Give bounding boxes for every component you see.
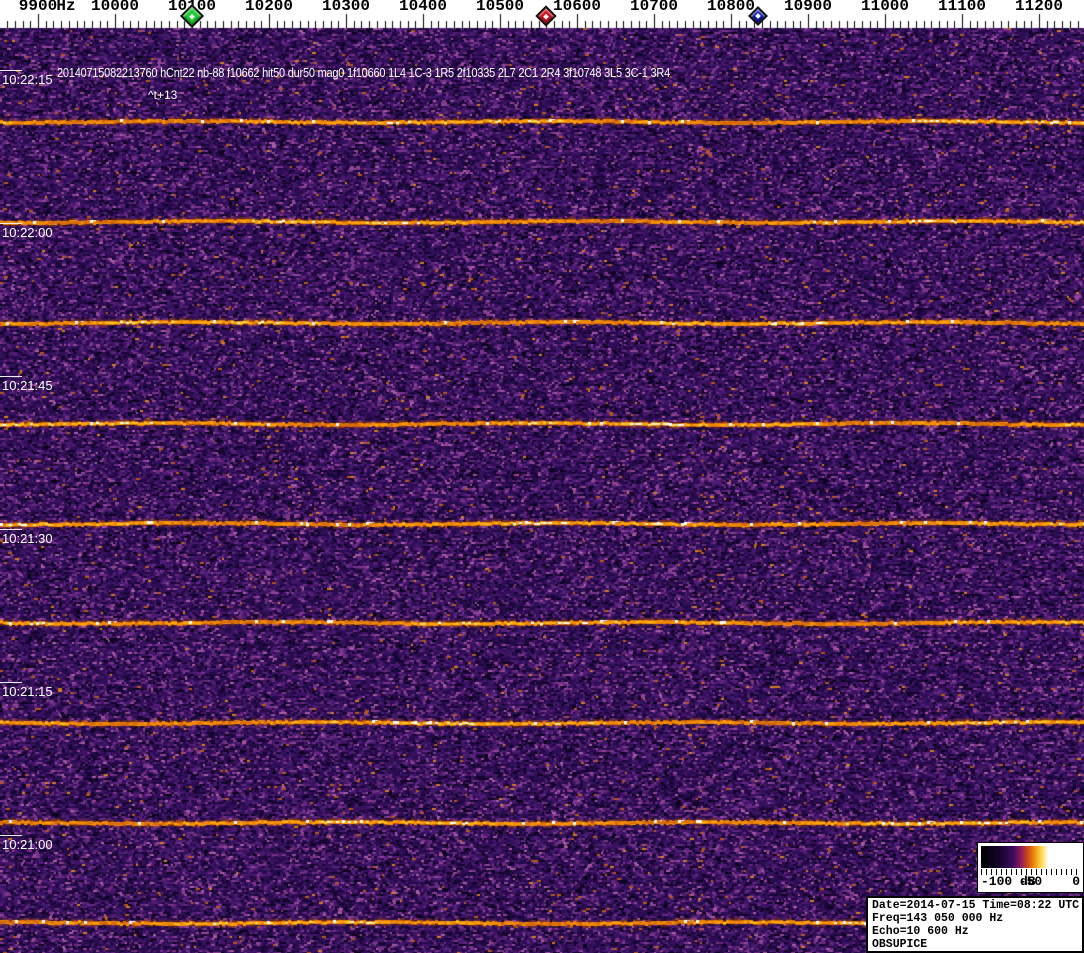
frequency-ruler-label: 9900 (18, 0, 58, 15)
info-line: Freq=143 050 000 Hz (872, 912, 1004, 925)
marker-center-dot (189, 13, 195, 19)
time-tick (0, 835, 22, 836)
time-label: 10:21:00 (2, 837, 53, 852)
time-tick (0, 529, 22, 530)
frequency-ruler-label: 10300 (321, 0, 371, 15)
time-label: 10:21:45 (2, 378, 53, 393)
info-line: Date=2014-07-15 Time=08:22 UTC (872, 899, 1080, 912)
frequency-ruler-label: 10600 (552, 0, 602, 15)
frequency-ruler-label: 10400 (398, 0, 448, 15)
detection-data-text: 20140715082213760 hCnt22 nb-88 f10662 hi… (57, 66, 671, 80)
frequency-ruler-label: 10200 (244, 0, 294, 15)
info-line: Echo=10 600 Hz (872, 925, 969, 938)
frequency-ruler-label: 10800 (706, 0, 756, 15)
frequency-ruler-label: Hz (56, 0, 76, 15)
time-tick (0, 223, 22, 224)
frequency-ruler-label: 11000 (860, 0, 910, 15)
frequency-ruler-label: 11200 (1014, 0, 1064, 15)
frequency-ruler-label: 10500 (475, 0, 525, 15)
time-axis-row: 10:21:00 (0, 835, 90, 855)
trigger-note-text: ^t+13 (148, 88, 178, 102)
colorbar-label: 0 (1072, 874, 1080, 889)
frequency-ruler-label: 11100 (937, 0, 987, 15)
marker-center-dot (755, 13, 761, 19)
time-label: 10:22:15 (2, 72, 53, 87)
frequency-ruler-label: 10000 (90, 0, 140, 15)
colorbar-label: -50 (1018, 874, 1043, 889)
time-label: 10:22:00 (2, 225, 53, 240)
time-tick (0, 70, 22, 71)
time-tick (0, 376, 22, 377)
time-axis-row: 10:22:00 (0, 223, 90, 243)
info-line: OBSUPICE (872, 938, 928, 951)
spectrogram-waterfall-canvas (0, 0, 1084, 953)
frequency-ruler-label: 10900 (783, 0, 833, 15)
meteor-echo-spectrogram-app: 9900Hz1000010100102001030010400105001060… (0, 0, 1084, 953)
time-label: 10:21:15 (2, 684, 53, 699)
marker-center-dot (543, 13, 549, 19)
frequency-ruler-label: 10700 (629, 0, 679, 15)
db-colorbar: -100 dB -50 0 (977, 842, 1084, 893)
time-axis-row: 10:21:45 (0, 376, 90, 396)
time-axis-row: 10:21:30 (0, 529, 90, 549)
time-tick (0, 682, 22, 683)
colorbar-gradient (981, 846, 1080, 868)
time-label: 10:21:30 (2, 531, 53, 546)
colorbar-labels: -100 dB -50 0 (981, 874, 1080, 890)
time-axis-row: 10:21:15 (0, 682, 90, 702)
observation-info-box: Date=2014-07-15 Time=08:22 UTC Freq=143 0… (866, 896, 1084, 953)
